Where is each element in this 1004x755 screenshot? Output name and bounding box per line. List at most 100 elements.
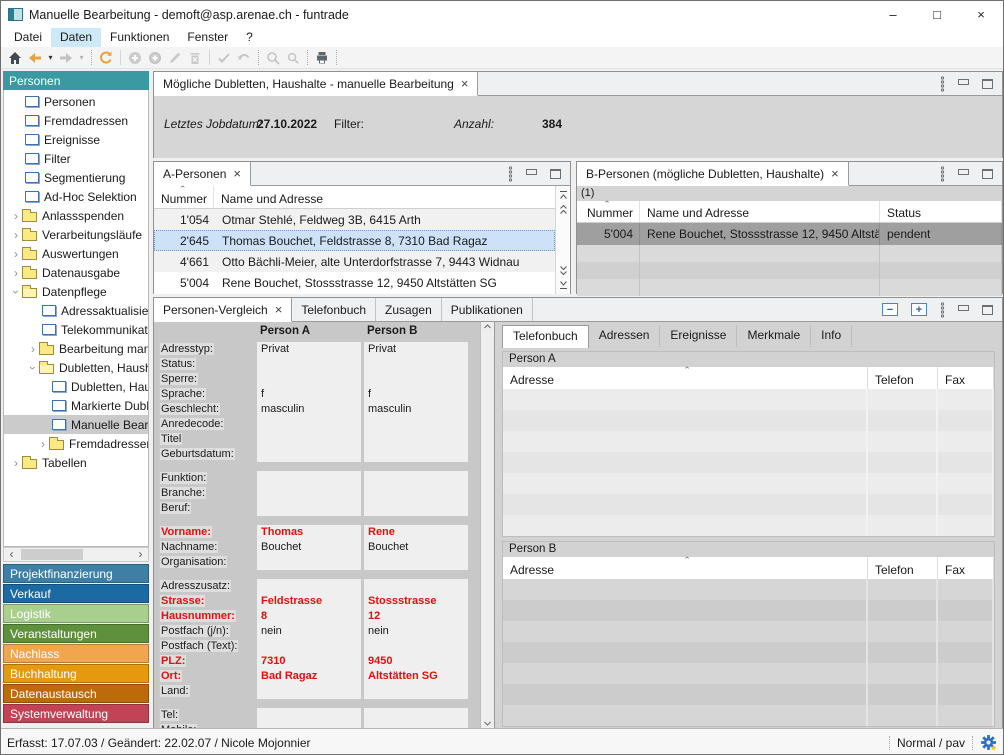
tree-item-anlassspenden[interactable]: ›Anlassspenden (4, 206, 148, 225)
table-row[interactable]: 2'645Thomas Bouchet, Feldstrasse 8, 7310… (154, 230, 555, 251)
tab-ereignisse[interactable]: Ereignisse (660, 325, 737, 347)
column-header-fax[interactable]: Fax (938, 367, 994, 389)
tree-item-tabellen[interactable]: ›Tabellen (4, 453, 148, 472)
tree-item-ad-hoc-selektion[interactable]: Ad-Hoc Selektion (4, 187, 148, 206)
panel-minimize-icon[interactable] (958, 169, 969, 175)
table-row[interactable]: 4'661Otto Bächli-Meier, alte Unterdorfst… (154, 251, 555, 272)
chevron-right-icon[interactable]: › (10, 456, 22, 470)
tree-item-datenpflege[interactable]: ›Datenpflege (4, 282, 148, 301)
panel-maximize-icon[interactable] (982, 305, 993, 315)
tree-item-filter[interactable]: Filter (4, 149, 148, 168)
scroll-left-icon[interactable]: ‹ (4, 548, 19, 561)
close-icon[interactable]: × (461, 79, 469, 89)
chevron-down-icon[interactable]: › (26, 362, 40, 374)
tab-personen-vergleich[interactable]: Personen-Vergleich× (154, 298, 292, 322)
scroll-down-icon[interactable] (483, 720, 492, 727)
chevron-right-icon[interactable]: › (37, 437, 49, 451)
scroll-to-bottom-icon[interactable] (558, 280, 569, 290)
tree-item-fremdadressen[interactable]: ›Fremdadressen (4, 434, 148, 453)
module-projektfinanzierung[interactable]: Projektfinanzierung (3, 564, 149, 583)
tab-moegliche-dubletten[interactable]: Mögliche Dubletten, Haushalte - manuelle… (154, 72, 478, 96)
table-row[interactable]: 5'004Rene Bouchet, Stossstrasse 12, 9450… (154, 272, 555, 293)
module-logistik[interactable]: Logistik (3, 604, 149, 623)
column-header-status[interactable]: Status (880, 201, 1002, 222)
home-icon[interactable] (5, 48, 25, 68)
forward-dropdown-icon[interactable]: ▾ (76, 48, 87, 68)
window-close-button[interactable]: × (959, 1, 1003, 28)
menu-item-?[interactable]: ? (237, 28, 262, 47)
scroll-right-icon[interactable]: › (133, 548, 148, 561)
kebab-menu-icon[interactable] (940, 166, 945, 182)
table-row[interactable]: 1'054Otmar Stehlé, Feldweg 3B, 6415 Arth (154, 209, 555, 230)
tab-telefonbuch[interactable]: Telefonbuch (502, 325, 589, 348)
close-icon[interactable]: × (831, 169, 839, 179)
chevron-right-icon[interactable]: › (10, 266, 22, 280)
tree-item-fremdadressen[interactable]: Fremdadressen (4, 111, 148, 130)
print-icon[interactable] (312, 48, 332, 68)
menu-item-daten[interactable]: Daten (51, 28, 101, 47)
tree-item-markierte-dublet[interactable]: Markierte Dublet (4, 396, 148, 415)
menu-item-funktionen[interactable]: Funktionen (101, 28, 178, 47)
panel-maximize-icon[interactable] (982, 79, 993, 89)
search-small-icon[interactable] (283, 48, 303, 68)
gear-icon[interactable]: ★ (980, 734, 997, 751)
close-icon[interactable]: × (233, 169, 241, 179)
scroll-to-top-icon[interactable] (558, 190, 569, 200)
chevron-right-icon[interactable]: › (10, 209, 22, 223)
tab-a-personen[interactable]: A-Personen × (154, 162, 251, 186)
column-header-name-und-adresse[interactable]: Name und Adresse (640, 201, 880, 222)
scroll-up-icon[interactable] (483, 323, 492, 330)
tree-item-personen[interactable]: Personen (4, 92, 148, 111)
window-maximize-button[interactable]: □ (915, 1, 959, 28)
module-datenaustausch[interactable]: Datenaustausch (3, 684, 149, 703)
kebab-menu-icon[interactable] (508, 166, 513, 182)
kebab-menu-icon[interactable] (940, 76, 945, 92)
module-veranstaltungen[interactable]: Veranstaltungen (3, 624, 149, 643)
column-header-fax[interactable]: Fax (938, 557, 994, 579)
expand-all-icon[interactable]: + (911, 303, 927, 316)
panel-minimize-icon[interactable] (958, 79, 969, 85)
panel-minimize-icon[interactable] (958, 305, 969, 311)
delete-icon[interactable] (185, 48, 205, 68)
chevron-right-icon[interactable]: › (27, 342, 39, 356)
column-header-nummer[interactable]: ˆ Nummer (577, 201, 640, 222)
collapse-all-icon[interactable]: − (882, 303, 898, 316)
window-minimize-button[interactable]: – (871, 1, 915, 28)
menu-item-datei[interactable]: Datei (5, 28, 51, 47)
module-nachlass[interactable]: Nachlass (3, 644, 149, 663)
sidebar-horizontal-scrollbar[interactable]: ‹ › (3, 547, 149, 562)
menu-item-fenster[interactable]: Fenster (178, 28, 237, 47)
kebab-menu-icon[interactable] (940, 302, 945, 318)
tab-publikationen[interactable]: Publikationen (442, 298, 533, 321)
column-header-telefon[interactable]: Telefon (868, 557, 938, 579)
tree-item-dubletten-haus[interactable]: Dubletten, Haus (4, 377, 148, 396)
undo-icon[interactable] (234, 48, 254, 68)
module-systemverwaltung[interactable]: Systemverwaltung (3, 704, 149, 723)
tab-merkmale[interactable]: Merkmale (737, 325, 811, 347)
tree-item-segmentierung[interactable]: Segmentierung (4, 168, 148, 187)
panel-maximize-icon[interactable] (550, 169, 561, 179)
scrollbar-thumb[interactable] (21, 549, 83, 560)
add-copy-icon[interactable] (145, 48, 165, 68)
tab-b-personen[interactable]: B-Personen (mögliche Dubletten, Haushalt… (577, 162, 849, 186)
add-icon[interactable] (125, 48, 145, 68)
module-verkauf[interactable]: Verkauf (3, 584, 149, 603)
refresh-icon[interactable] (96, 48, 116, 68)
chevron-right-icon[interactable]: › (10, 247, 22, 261)
panel-maximize-icon[interactable] (982, 169, 993, 179)
panel-minimize-icon[interactable] (526, 169, 537, 175)
column-header-telefon[interactable]: Telefon (868, 367, 938, 389)
chevron-down-icon[interactable]: › (9, 286, 23, 298)
module-buchhaltung[interactable]: Buchhaltung (3, 664, 149, 683)
tree-item-datenausgabe[interactable]: ›Datenausgabe (4, 263, 148, 282)
tab-zusagen[interactable]: Zusagen (376, 298, 442, 321)
chevron-right-icon[interactable]: › (10, 228, 22, 242)
tree-item-auswertungen[interactable]: ›Auswertungen (4, 244, 148, 263)
back-icon[interactable] (25, 48, 45, 68)
tree-item-verarbeitungsläufe[interactable]: ›Verarbeitungsläufe (4, 225, 148, 244)
search-icon[interactable] (263, 48, 283, 68)
column-header-adresse[interactable]: ˆAdresse (503, 557, 868, 579)
column-header-name-und-adresse[interactable]: Name und Adresse (214, 186, 555, 208)
table-row-selected[interactable]: 5'004Rene Bouchet, Stossstrasse 12, 9450… (577, 223, 1002, 245)
tree-item-telekommunikations[interactable]: Telekommunikations (4, 320, 148, 339)
